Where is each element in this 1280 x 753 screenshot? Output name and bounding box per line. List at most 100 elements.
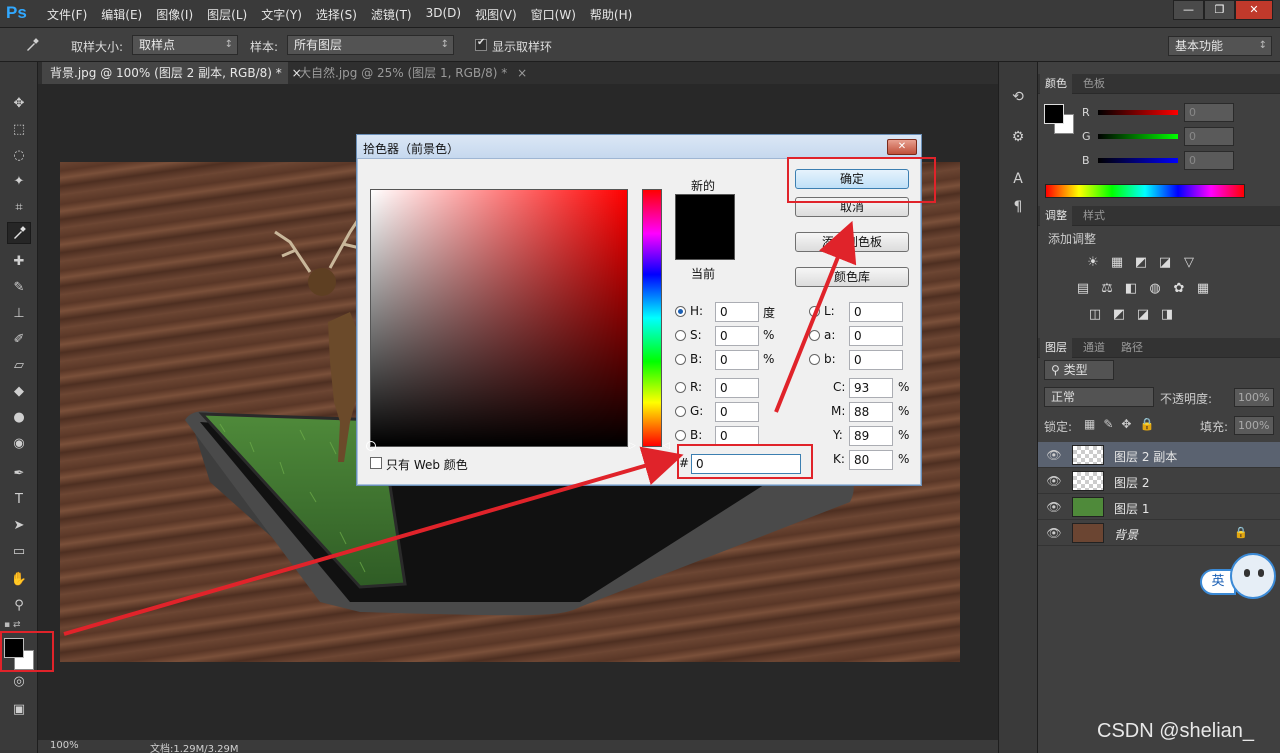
black-input[interactable]: 80 [849, 450, 893, 470]
yellow-input[interactable]: 89 [849, 426, 893, 446]
lab-b-input[interactable]: 0 [849, 350, 903, 370]
lab-a-radio[interactable] [809, 330, 820, 341]
lab-l-radio[interactable] [809, 306, 820, 317]
color-picker-cursor[interactable] [366, 441, 376, 451]
dodge-tool-icon[interactable]: ◉ [7, 432, 31, 454]
eye-icon[interactable]: 👁 [1046, 473, 1062, 489]
black-white-icon[interactable]: ◧ [1122, 280, 1140, 298]
channel-mixer-icon[interactable]: ✿ [1170, 280, 1188, 298]
ime-widget[interactable]: 英 [1200, 553, 1278, 599]
exposure-icon[interactable]: ◪ [1156, 254, 1174, 272]
hue-saturation-icon[interactable]: ▤ [1074, 280, 1092, 298]
menu-layer[interactable]: 图层(L) [207, 6, 247, 23]
lab-a-input[interactable]: 0 [849, 326, 903, 346]
tab-swatches[interactable]: 色板 [1078, 74, 1110, 94]
brush-tool-icon[interactable]: ✎ [7, 276, 31, 298]
tab-channels[interactable]: 通道 [1078, 338, 1110, 358]
zoom-level[interactable]: 100% [50, 740, 79, 751]
properties-panel-icon[interactable]: ⚙ [1007, 126, 1029, 148]
menu-3d[interactable]: 3D(D) [426, 6, 461, 23]
tab-adjustments[interactable]: 调整 [1040, 206, 1072, 226]
green-input[interactable]: 0 [715, 402, 759, 422]
blue-radio[interactable] [675, 430, 686, 441]
saturation-brightness-field[interactable] [366, 189, 628, 451]
screen-mode-icon[interactable]: ▣ [7, 698, 31, 720]
layer-row[interactable]: 👁 图层 1 [1038, 494, 1280, 520]
minimize-button[interactable]: — [1173, 0, 1204, 20]
sample-size-select[interactable]: 取样点 [132, 35, 238, 55]
levels-icon[interactable]: ▦ [1108, 254, 1126, 272]
green-slider[interactable]: G 0 [1082, 127, 1234, 146]
brightness-input[interactable]: 0 [715, 350, 759, 370]
saturation-radio[interactable] [675, 330, 686, 341]
menu-view[interactable]: 视图(V) [475, 6, 517, 23]
layer-row[interactable]: 👁 图层 2 [1038, 468, 1280, 494]
menu-help[interactable]: 帮助(H) [590, 6, 632, 23]
lasso-tool-icon[interactable]: ◌ [7, 144, 31, 166]
tab-styles[interactable]: 样式 [1078, 206, 1110, 226]
blue-value[interactable]: 0 [1184, 151, 1234, 170]
menu-filter[interactable]: 滤镜(T) [371, 6, 412, 23]
tab-background-doc[interactable]: 背景.jpg @ 100% (图层 2 副本, RGB/8) * × [42, 62, 302, 84]
lab-l-input[interactable]: 0 [849, 302, 903, 322]
clone-stamp-tool-icon[interactable]: ⊥ [7, 302, 31, 324]
invert-icon[interactable]: ◫ [1086, 306, 1104, 324]
blue-slider[interactable]: B 0 [1082, 151, 1234, 170]
swap-colors-icon[interactable]: ▪ ⇄ [4, 620, 34, 630]
tab-close-icon[interactable]: × [517, 66, 527, 80]
web-colors-only-checkbox[interactable] [370, 457, 382, 469]
posterize-icon[interactable]: ◩ [1110, 306, 1128, 324]
magic-wand-tool-icon[interactable]: ✦ [7, 170, 31, 192]
red-radio[interactable] [675, 382, 686, 393]
hue-slider-right-arrow[interactable]: ◁ [663, 441, 670, 451]
tab-layers[interactable]: 图层 [1040, 338, 1072, 358]
photo-filter-icon[interactable]: ◍ [1146, 280, 1164, 298]
green-value[interactable]: 0 [1184, 127, 1234, 146]
color-balance-icon[interactable]: ⚖ [1098, 280, 1116, 298]
opacity-input[interactable]: 100% [1234, 388, 1274, 407]
sample-layers-select[interactable]: 所有图层 [287, 35, 454, 55]
green-track[interactable] [1098, 134, 1178, 139]
menu-window[interactable]: 窗口(W) [531, 6, 576, 23]
blue-track[interactable] [1098, 158, 1178, 163]
red-value[interactable]: 0 [1184, 103, 1234, 122]
move-tool-icon[interactable]: ✥ [7, 92, 31, 114]
eraser-tool-icon[interactable]: ▱ [7, 354, 31, 376]
red-slider[interactable]: R 0 [1082, 103, 1234, 122]
eye-icon[interactable]: 👁 [1046, 499, 1062, 515]
blue-input[interactable]: 0 [715, 426, 759, 446]
healing-brush-tool-icon[interactable]: ✚ [7, 250, 31, 272]
gradient-map-icon[interactable]: ◨ [1158, 306, 1176, 324]
color-ramp[interactable] [1045, 184, 1245, 198]
red-track[interactable] [1098, 110, 1178, 115]
layer-row[interactable]: 👁 背景 🔒 [1038, 520, 1280, 546]
ime-avatar-icon[interactable] [1230, 553, 1276, 599]
hand-tool-icon[interactable]: ✋ [7, 568, 31, 590]
eye-icon[interactable]: 👁 [1046, 525, 1062, 541]
dialog-titlebar[interactable]: 拾色器（前景色） [357, 135, 921, 159]
dialog-close-icon[interactable]: ✕ [887, 139, 917, 155]
panel-foreground-swatch[interactable] [1044, 104, 1064, 124]
show-sampling-ring-checkbox[interactable] [475, 37, 487, 51]
brightness-icon[interactable]: ☀ [1084, 254, 1102, 272]
hue-input[interactable]: 0 [715, 302, 759, 322]
layer-filter-select[interactable]: ⚲ 类型 [1044, 360, 1114, 380]
pen-tool-icon[interactable]: ✒ [7, 462, 31, 484]
paragraph-panel-icon[interactable]: ¶ [1007, 196, 1029, 218]
marquee-tool-icon[interactable]: ⬚ [7, 118, 31, 140]
rectangle-tool-icon[interactable]: ▭ [7, 540, 31, 562]
hue-radio[interactable] [675, 306, 686, 317]
curves-icon[interactable]: ◩ [1132, 254, 1150, 272]
type-tool-icon[interactable]: T [7, 488, 31, 510]
character-panel-icon[interactable]: A [1007, 168, 1029, 190]
fill-input[interactable]: 100% [1234, 416, 1274, 435]
menu-type[interactable]: 文字(Y) [261, 6, 302, 23]
blend-mode-select[interactable]: 正常 [1044, 387, 1154, 407]
green-radio[interactable] [675, 406, 686, 417]
eye-icon[interactable]: 👁 [1046, 447, 1062, 463]
menu-image[interactable]: 图像(I) [156, 6, 193, 23]
tab-color[interactable]: 颜色 [1040, 74, 1072, 94]
magenta-input[interactable]: 88 [849, 402, 893, 422]
menu-file[interactable]: 文件(F) [47, 6, 87, 23]
crop-tool-icon[interactable]: ⌗ [7, 196, 31, 218]
